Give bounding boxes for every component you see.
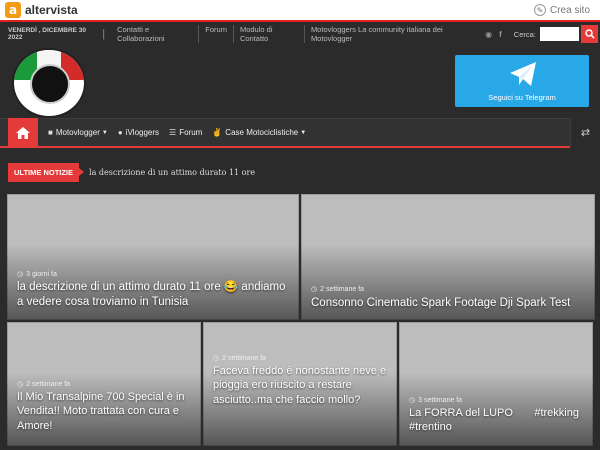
top-links: Contatti e Collaborazioni Forum Modulo d… <box>111 25 478 43</box>
post-time: 2 settimane fa <box>222 354 267 362</box>
nav-item-motovlogger[interactable]: ■ Motovlogger ▼ <box>48 128 108 137</box>
search-label: Cerca: <box>513 29 536 39</box>
clock-icon: ◷ <box>213 355 220 362</box>
telegram-banner[interactable]: Seguici su Telegram <box>455 55 589 107</box>
nav-item-case-motociclistiche[interactable]: ✌ Case Motociclistiche ▼ <box>212 128 306 137</box>
post-title[interactable]: Consonno Cinematic Spark Footage Dji Spa… <box>311 296 587 311</box>
top-info-bar: VENERDÌ , DICEMBRE 30 2022 | Contatti e … <box>0 24 600 44</box>
social-links: ◉ f <box>478 30 502 39</box>
nav-label: Case Motociclistiche <box>225 128 299 137</box>
post-time: 2 settimane fa <box>26 380 71 388</box>
create-site-link[interactable]: ✎ Crea sito <box>533 4 590 16</box>
list-icon: ☰ <box>169 128 177 137</box>
post-card[interactable]: ◷ 3 settimane fa La FORRA del LUPO #trek… <box>399 322 593 446</box>
altervista-logo[interactable]: a altervista <box>5 2 78 18</box>
post-date: ◷ 2 settimane fa <box>213 354 267 363</box>
shuffle-icon: ⇄ <box>580 126 591 139</box>
nav-label: Motovlogger <box>55 128 100 137</box>
post-date: ◷ 2 settimane fa <box>17 380 71 389</box>
telegram-label: Seguici su Telegram <box>488 93 556 102</box>
user-icon: ● <box>117 128 123 137</box>
post-card[interactable]: ◷ 2 settimane fa Il Mio Transalpine 700 … <box>7 322 201 446</box>
post-date: ◷ 2 settimane fa <box>311 285 365 294</box>
nav-item-ivloggers[interactable]: ● iVloggers <box>118 128 159 137</box>
search-button[interactable] <box>581 25 598 43</box>
ticker-badge: ULTIME NOTIZIE <box>8 162 85 182</box>
post-title[interactable]: La FORRA del LUPO #trekking #trentino <box>409 406 585 435</box>
chevron-down-icon: ▼ <box>101 129 108 136</box>
telegram-icon <box>510 62 536 86</box>
pencil-icon: ✎ <box>533 4 546 16</box>
altervista-bar: a altervista ✎ Crea sito <box>0 0 600 22</box>
post-card[interactable]: ◷ 2 settimane fa Consonno Cinematic Spar… <box>301 194 595 320</box>
clock-icon: ◷ <box>17 271 24 278</box>
divider: | <box>102 28 106 40</box>
logo-emblem <box>30 64 70 104</box>
random-post-button[interactable]: ⇄ <box>570 117 600 148</box>
chevron-down-icon: ▼ <box>300 129 307 136</box>
main-nav: ■ Motovlogger ▼ ● iVloggers ☰ Forum ✌ Ca… <box>0 117 600 148</box>
post-time: 3 settimane fa <box>418 396 463 404</box>
post-date: ◷ 3 settimane fa <box>409 396 463 405</box>
search-icon <box>584 29 595 39</box>
site-header: Seguici su Telegram <box>0 44 600 118</box>
video-icon: ■ <box>48 128 53 137</box>
top-link-forum[interactable]: Forum <box>199 25 234 43</box>
clock-icon: ◷ <box>311 286 318 293</box>
top-link-motovloggers[interactable]: Motovloggers La community italiana dei M… <box>305 25 478 43</box>
clock-icon: ◷ <box>409 397 416 404</box>
altervista-brand: altervista <box>25 3 78 17</box>
ticker-link[interactable]: la descrizione di un attimo durato 11 or… <box>89 168 255 177</box>
create-site-label: Crea sito <box>549 4 590 16</box>
news-ticker: ULTIME NOTIZIE la descrizione di un atti… <box>0 150 600 194</box>
nav-label: iVloggers <box>125 128 160 137</box>
hand-icon: ✌ <box>212 128 223 137</box>
post-time: 3 giorni fa <box>26 270 57 278</box>
rss-icon[interactable]: ◉ <box>485 30 492 39</box>
home-button[interactable] <box>8 117 38 148</box>
home-icon <box>16 126 30 139</box>
top-link-modulo[interactable]: Modulo di Contatto <box>234 25 305 43</box>
post-card[interactable]: ◷ 2 settimane fa Faceva freddo è nonosta… <box>203 322 397 446</box>
current-date: VENERDÌ , DICEMBRE 30 2022 <box>8 27 87 41</box>
search-input[interactable] <box>539 27 580 41</box>
post-title[interactable]: la descrizione di un attimo durato 11 or… <box>17 280 291 310</box>
post-card[interactable]: ◷ 3 giorni fa la descrizione di un attim… <box>7 194 299 320</box>
post-title[interactable]: Faceva freddo è nonostante neve e pioggi… <box>213 364 389 407</box>
clock-icon: ◷ <box>17 381 24 388</box>
top-link-contatti[interactable]: Contatti e Collaborazioni <box>111 25 200 43</box>
site-logo[interactable] <box>12 48 86 118</box>
nav-item-forum[interactable]: ☰ Forum <box>169 128 202 137</box>
post-time: 2 settimane fa <box>320 285 365 293</box>
altervista-logo-icon: a <box>5 2 21 18</box>
post-date: ◷ 3 giorni fa <box>17 270 57 279</box>
facebook-icon[interactable]: f <box>499 30 502 39</box>
nav-label: Forum <box>179 128 203 137</box>
post-title[interactable]: Il Mio Transalpine 700 Special è in Vend… <box>17 390 193 433</box>
